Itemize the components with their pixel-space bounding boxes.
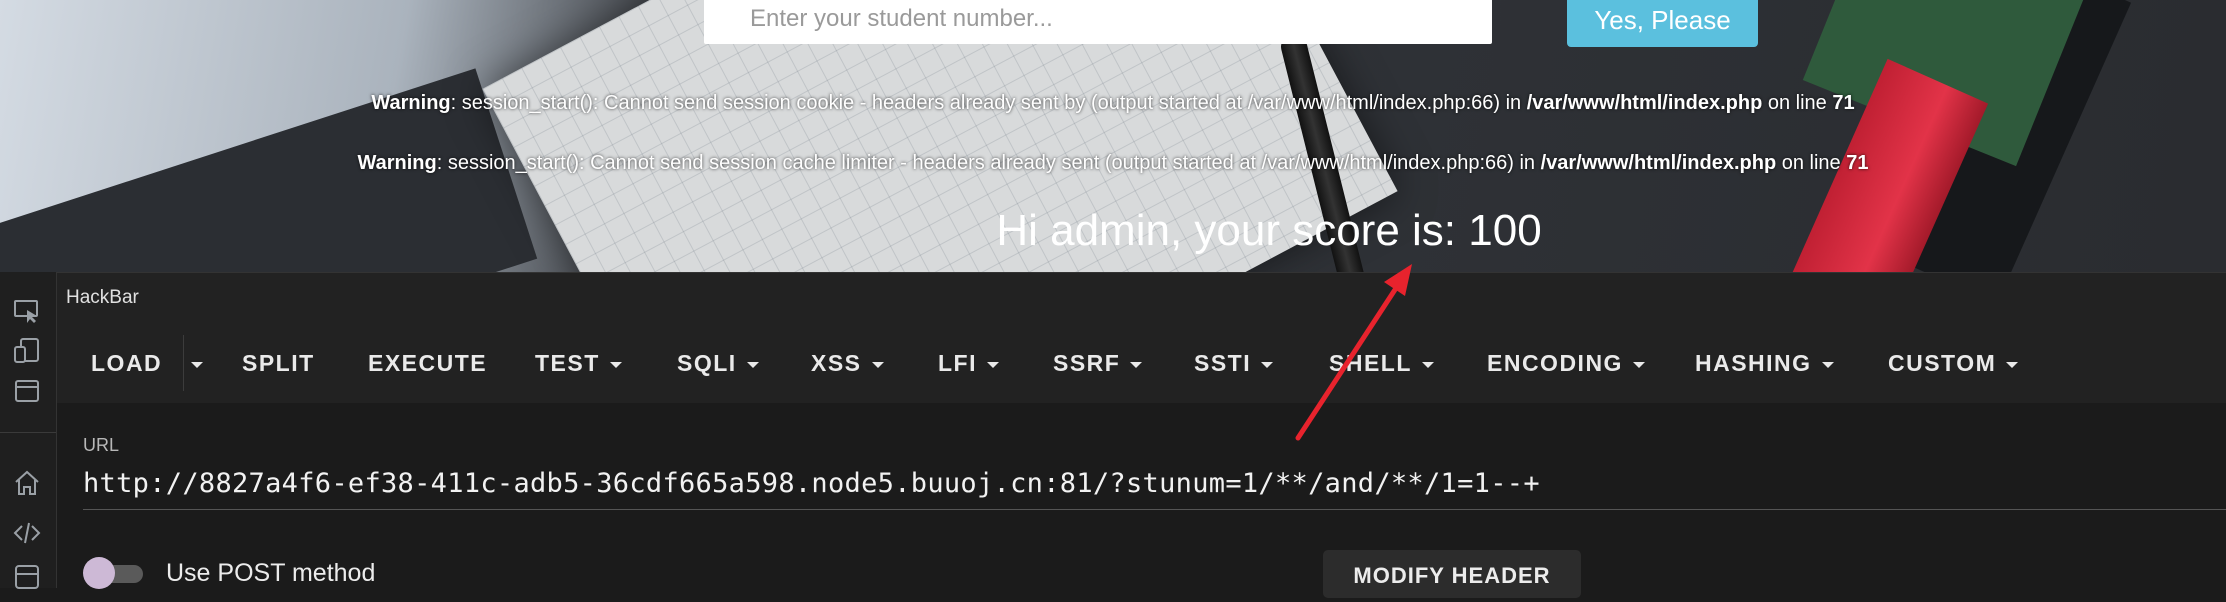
split-button[interactable]: SPLIT (242, 323, 315, 403)
chevron-down-icon (1421, 361, 1434, 368)
devtools-sidebar (0, 272, 57, 589)
chevron-down-icon (746, 361, 759, 368)
sqli-menu[interactable]: SQLI (677, 323, 759, 403)
modify-header-button[interactable]: MODIFY HEADER (1323, 550, 1581, 598)
ssti-menu[interactable]: SSTI (1194, 323, 1274, 403)
chevron-down-icon (191, 361, 203, 368)
shell-menu[interactable]: SHELL (1329, 323, 1434, 403)
url-field[interactable]: http://8827a4f6-ef38-411c-adb5-36cdf665a… (83, 468, 1540, 499)
student-number-input[interactable] (704, 0, 1492, 44)
webpage-viewport: Yes, Please Warning: session_start(): Ca… (0, 0, 2226, 272)
post-method-label: Use POST method (166, 559, 376, 587)
inspect-icon[interactable] (12, 296, 42, 326)
toggle-knob (83, 557, 115, 589)
hackbar-toolbar: LOAD SPLIT EXECUTE TEST SQLI XSS LFI SSR… (57, 323, 2226, 403)
url-label: URL (83, 435, 120, 455)
code-icon[interactable] (12, 518, 42, 548)
php-warning-2: Warning: session_start(): Cannot send se… (357, 152, 1869, 174)
hackbar-panel: HackBar LOAD SPLIT EXECUTE TEST SQLI XSS… (57, 272, 2226, 598)
xss-menu[interactable]: XSS (811, 323, 884, 403)
home-icon[interactable] (12, 468, 42, 498)
encoding-menu[interactable]: ENCODING (1487, 323, 1645, 403)
hashing-menu[interactable]: HASHING (1695, 323, 1834, 403)
custom-menu[interactable]: CUSTOM (1888, 323, 2019, 403)
score-message: Hi admin, your score is: 100 (996, 206, 1542, 255)
chevron-down-icon (1130, 361, 1143, 368)
device-icon[interactable] (12, 336, 42, 366)
load-button[interactable]: LOAD (91, 323, 162, 403)
chevron-down-icon (1261, 361, 1274, 368)
post-method-toggle[interactable] (83, 556, 145, 589)
lfi-menu[interactable]: LFI (938, 323, 999, 403)
url-field-underline (83, 509, 2226, 510)
sidebar-divider (0, 432, 56, 433)
load-dropdown-button[interactable] (189, 323, 203, 403)
toolbar-divider (183, 335, 184, 391)
window-icon[interactable] (12, 376, 42, 406)
hackbar-tab[interactable]: HackBar (57, 272, 2226, 324)
chevron-down-icon (1821, 361, 1834, 368)
chevron-down-icon (2006, 361, 2019, 368)
chevron-down-icon (871, 361, 884, 368)
ssrf-menu[interactable]: SSRF (1053, 323, 1143, 403)
hackbar-tab-title: HackBar (66, 287, 139, 308)
chevron-down-icon (987, 361, 999, 368)
chevron-down-icon (1632, 361, 1645, 368)
test-menu[interactable]: TEST (535, 323, 622, 403)
execute-button[interactable]: EXECUTE (368, 323, 487, 403)
chevron-down-icon (609, 361, 622, 368)
submit-button[interactable]: Yes, Please (1567, 0, 1758, 47)
php-warning-1: Warning: session_start(): Cannot send se… (371, 92, 1855, 114)
